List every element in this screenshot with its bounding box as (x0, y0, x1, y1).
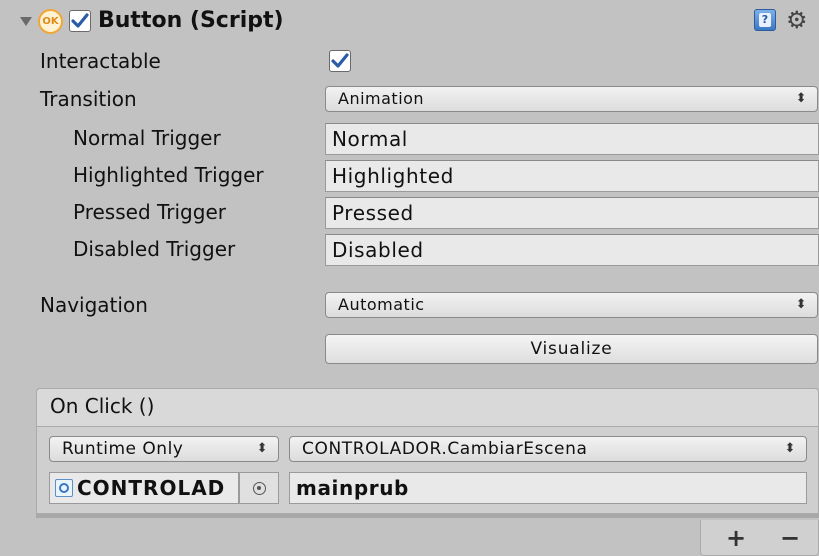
highlighted-trigger-field[interactable]: Highlighted (325, 160, 819, 192)
disabled-trigger-label: Disabled Trigger (73, 237, 236, 261)
up-down-arrows-icon: ⬍ (795, 91, 807, 106)
component-title: Button (Script) (98, 8, 284, 33)
target-object-value: CONTROLAD (77, 476, 226, 500)
event-list-bottom-border (36, 514, 819, 518)
remove-event-button[interactable]: − (770, 522, 810, 554)
foldout-triangle-icon[interactable] (20, 17, 32, 26)
interactable-label: Interactable (40, 49, 161, 73)
disabled-trigger-field[interactable]: Disabled (325, 234, 819, 266)
highlighted-trigger-label: Highlighted Trigger (73, 163, 264, 187)
checkmark-icon (71, 13, 89, 28)
up-down-arrows-icon: ⬍ (256, 441, 268, 456)
on-click-title: On Click () (50, 394, 155, 418)
method-dropdown[interactable]: CONTROLADOR.CambiarEscena ⬍ (289, 436, 807, 462)
object-picker-icon[interactable] (239, 472, 279, 504)
ok-icon-text: OK (42, 16, 59, 27)
normal-trigger-label: Normal Trigger (73, 126, 221, 150)
runtime-dropdown[interactable]: Runtime Only ⬍ (49, 436, 279, 462)
checkmark-icon (331, 53, 349, 68)
interactable-checkbox[interactable] (329, 50, 351, 72)
navigation-value: Automatic (338, 295, 425, 314)
pressed-trigger-field[interactable]: Pressed (325, 197, 819, 229)
gear-icon[interactable]: ⚙ (786, 6, 808, 34)
ok-icon: OK (38, 9, 63, 34)
up-down-arrows-icon: ⬍ (784, 441, 796, 456)
component-enabled-checkbox[interactable] (69, 10, 91, 32)
navigation-dropdown[interactable]: Automatic ⬍ (325, 292, 818, 318)
visualize-button[interactable]: Visualize (325, 334, 818, 364)
method-value: CONTROLADOR.CambiarEscena (302, 439, 588, 459)
add-event-button[interactable]: + (716, 522, 756, 554)
help-book-icon[interactable]: ? (754, 9, 776, 31)
script-object-icon (55, 479, 73, 497)
argument-field[interactable]: mainprub (289, 472, 807, 504)
pressed-trigger-label: Pressed Trigger (73, 200, 226, 224)
transition-label: Transition (40, 87, 137, 111)
transition-dropdown[interactable]: Animation ⬍ (325, 86, 818, 112)
navigation-label: Navigation (40, 293, 148, 317)
up-down-arrows-icon: ⬍ (795, 297, 807, 312)
normal-trigger-field[interactable]: Normal (325, 123, 819, 155)
runtime-value: Runtime Only (62, 439, 184, 459)
transition-value: Animation (338, 89, 425, 108)
